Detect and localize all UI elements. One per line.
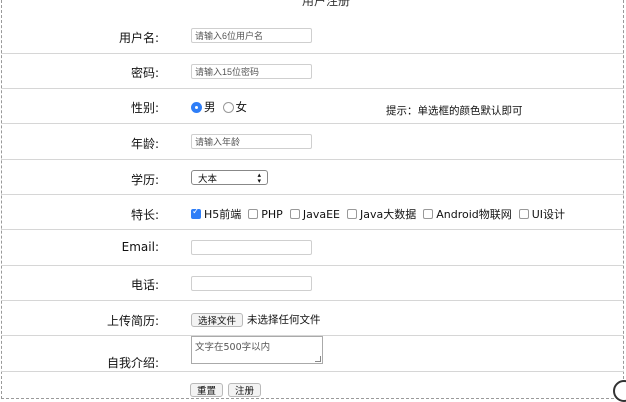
skill-php-checkbox[interactable] xyxy=(248,209,259,219)
skill-java-bigdata-label: Java大数据 xyxy=(359,208,417,221)
email-input[interactable] xyxy=(191,240,312,255)
skill-h5-checkbox[interactable] xyxy=(191,207,201,219)
age-label: 年龄: xyxy=(130,137,159,151)
intro-row: 自我介绍: 文字在500字以内 xyxy=(1,336,624,372)
password-input[interactable] xyxy=(191,64,312,79)
reset-button[interactable]: 重置 xyxy=(190,383,224,397)
age-input[interactable] xyxy=(191,134,312,149)
password-row: 密码: xyxy=(1,54,624,89)
email-label: Email: xyxy=(121,240,159,254)
skill-ui-checkbox[interactable] xyxy=(518,209,529,219)
age-row: 年龄: xyxy=(1,124,624,160)
gender-row: 性别: 男 女 提示：单选框的颜色默认即可 xyxy=(1,89,624,124)
education-label: 学历: xyxy=(130,173,159,187)
education-row: 学历: 大本 ▴ ▾ xyxy=(1,160,624,195)
skill-javaee-label: JavaEE xyxy=(302,207,340,221)
choose-file-button[interactable]: 选择文件 xyxy=(191,312,244,327)
phone-row: 电话: xyxy=(1,266,624,301)
gender-label: 性别: xyxy=(130,101,159,115)
actions-row: 重置 注册 xyxy=(190,383,262,397)
gender-female-label: 女 xyxy=(235,100,248,114)
skill-javaee-checkbox[interactable] xyxy=(289,209,300,219)
file-status-text: 未选择任何文件 xyxy=(247,314,321,326)
resume-label: 上传简历: xyxy=(106,314,159,328)
submit-button[interactable]: 注册 xyxy=(228,383,262,397)
skill-android-iot-checkbox[interactable] xyxy=(423,209,434,219)
gender-male-label: 男 xyxy=(204,100,216,114)
form-legend: 用户注册 xyxy=(298,0,355,9)
select-arrows-icon: ▴ ▾ xyxy=(257,170,261,185)
education-value: 大本 xyxy=(198,173,218,185)
email-row: Email: xyxy=(1,230,624,266)
skill-android-iot-label: Android物联网 xyxy=(436,208,512,221)
gender-female-radio[interactable] xyxy=(222,101,234,113)
skill-ui-label: UI设计 xyxy=(531,208,566,221)
username-input[interactable] xyxy=(191,28,312,43)
skills-label: 特长: xyxy=(130,208,159,222)
intro-label: 自我介绍: xyxy=(106,356,159,370)
username-row: 用户名: xyxy=(1,19,624,54)
intro-textarea[interactable]: 文字在500字以内 xyxy=(191,336,323,364)
username-label: 用户名: xyxy=(118,31,159,45)
skill-php-label: PHP xyxy=(261,207,283,221)
phone-input[interactable] xyxy=(191,276,312,291)
gender-male-radio[interactable] xyxy=(191,101,202,113)
gender-hint: 提示：单选框的颜色默认即可 xyxy=(386,105,523,117)
skills-row: 特长: H5前端 PHP JavaEE Java大数据 Android物联网 U… xyxy=(1,195,624,230)
education-select[interactable]: 大本 ▴ ▾ xyxy=(191,170,268,185)
phone-label: 电话: xyxy=(130,278,159,292)
skill-java-bigdata-checkbox[interactable] xyxy=(346,209,357,219)
skill-h5-label: H5前端 xyxy=(204,208,242,221)
password-label: 密码: xyxy=(130,66,159,80)
resume-row: 上传简历: 选择文件 未选择任何文件 xyxy=(1,301,624,336)
